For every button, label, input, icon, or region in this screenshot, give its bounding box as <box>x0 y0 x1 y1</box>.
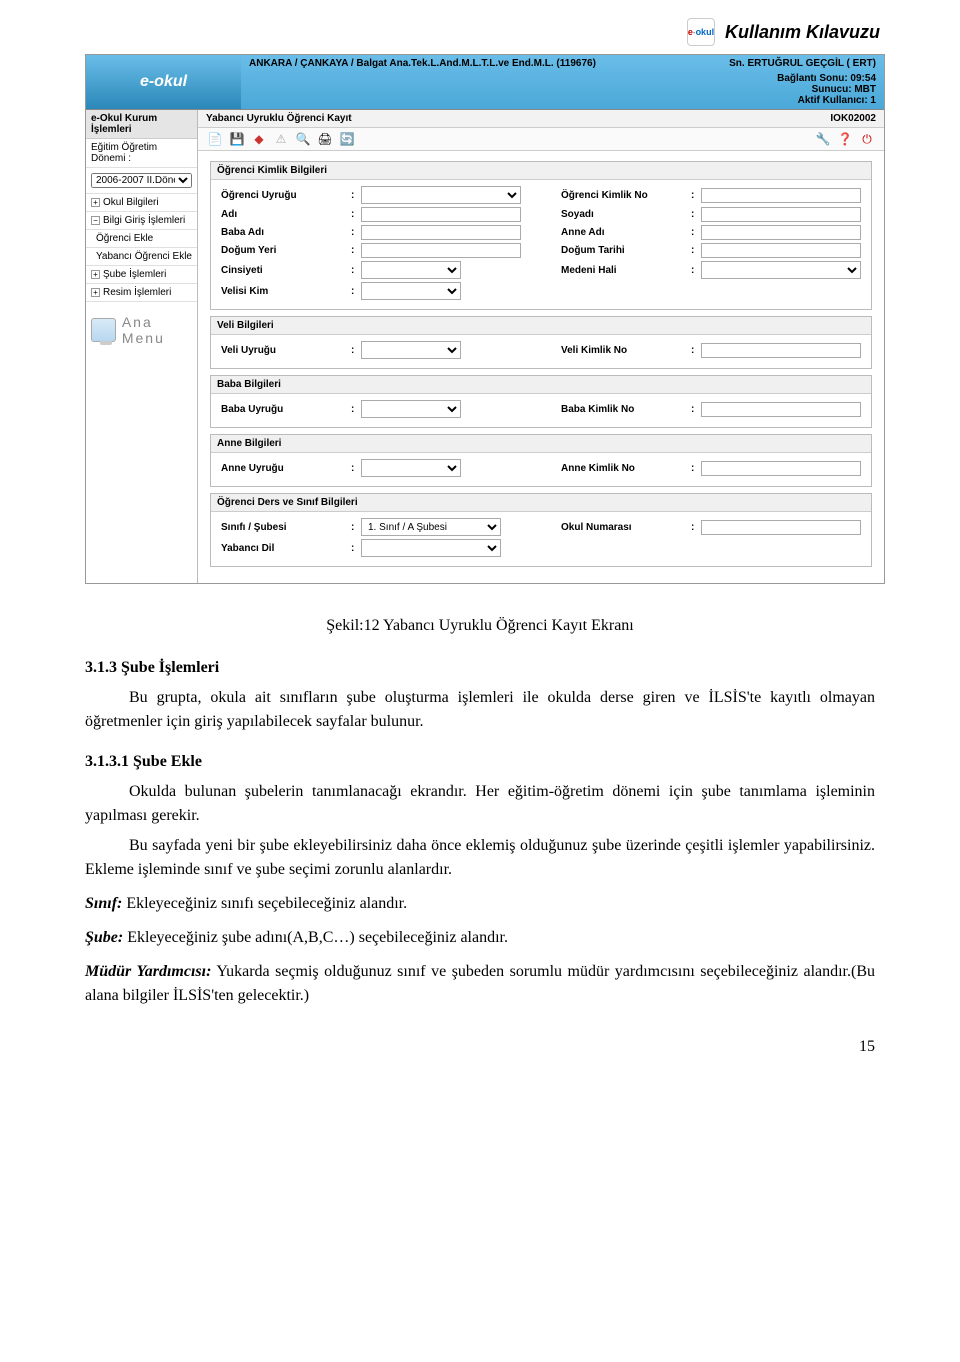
input-soyadi[interactable] <box>701 207 861 222</box>
lbl-velisi-kim: Velisi Kim <box>221 286 351 297</box>
search-icon[interactable]: 🔍 <box>294 130 312 148</box>
document-body: Şekil:12 Yabancı Uyruklu Öğrenci Kayıt E… <box>85 614 875 1008</box>
select-anne-uyruk[interactable] <box>361 459 461 477</box>
lbl-okul-no: Okul Numarası <box>561 522 691 533</box>
content-area: Yabancı Uyruklu Öğrenci Kayıt IOK02002 📄… <box>198 110 884 583</box>
select-sinif-sube[interactable]: 1. Sınıf / A Şubesi <box>361 518 501 536</box>
page-title: Yabancı Uyruklu Öğrenci Kayıt <box>206 113 352 124</box>
document-header: e-okul Kullanım Kılavuzu <box>0 0 960 54</box>
sidebar-title: e-Okul Kurum İşlemleri <box>86 110 197 139</box>
app-window: e-okul ANKARA / ÇANKAYA / Balgat Ana.Tek… <box>85 54 885 584</box>
lbl-dogum-yeri: Doğum Yeri <box>221 245 351 256</box>
lbl-anne-kimlikno: Anne Kimlik No <box>561 463 691 474</box>
select-velisi-kim[interactable] <box>361 282 461 300</box>
select-cinsiyeti[interactable] <box>361 261 461 279</box>
document-title: Kullanım Kılavuzu <box>725 22 880 43</box>
app-banner: e-okul ANKARA / ÇANKAYA / Balgat Ana.Tek… <box>86 55 884 110</box>
def-sinif: Sınıf: Ekleyeceğiniz sınıfı seçebileceği… <box>85 892 875 916</box>
fieldset-ders: Öğrenci Ders ve Sınıf Bilgileri Sınıfı /… <box>210 493 872 567</box>
save-icon[interactable]: 💾 <box>228 130 246 148</box>
lbl-adi: Adı <box>221 209 351 220</box>
lbl-baba-adi: Baba Adı <box>221 227 351 238</box>
lbl-sinif-sube: Sınıfı / Şubesi <box>221 522 351 533</box>
lbl-anne-adi: Anne Adı <box>561 227 691 238</box>
lbl-soyadi: Soyadı <box>561 209 691 220</box>
lbl-anne-uyruk: Anne Uyruğu <box>221 463 351 474</box>
tool-icon[interactable]: 🔧 <box>814 130 832 148</box>
input-anne-kimlikno[interactable] <box>701 461 861 476</box>
lbl-dogum-tarihi: Doğum Tarihi <box>561 245 691 256</box>
sidebar: e-Okul Kurum İşlemleri Eğitim Öğretim Dö… <box>86 110 198 583</box>
lbl-medeni: Medeni Hali <box>561 265 691 276</box>
select-medeni[interactable] <box>701 261 861 279</box>
banner-user: Sn. ERTUĞRUL GEÇGİL ( ERT) <box>729 58 876 69</box>
banner-path: ANKARA / ÇANKAYA / Balgat Ana.Tek.L.And.… <box>241 55 721 109</box>
page-code: IOK02002 <box>830 113 876 124</box>
refresh-icon[interactable]: 🔄 <box>338 130 356 148</box>
app-logo: e-okul <box>86 55 241 109</box>
def-sube: Şube: Ekleyeceğiniz şube adını(A,B,C…) s… <box>85 926 875 950</box>
new-icon[interactable]: 📄 <box>206 130 224 148</box>
para-313: Bu grupta, okula ait sınıfların şube olu… <box>85 686 875 734</box>
para-3131a: Okulda bulunan şubelerin tanımlanacağı e… <box>85 780 875 828</box>
heading-313: 3.1.3 Şube İşlemleri <box>85 656 875 680</box>
lbl-yabanci-dil: Yabancı Dil <box>221 543 351 554</box>
sidebar-item-okul[interactable]: +Okul Bilgileri <box>86 194 197 212</box>
input-adi[interactable] <box>361 207 521 222</box>
lbl-veli-uyruk: Veli Uyruğu <box>221 345 351 356</box>
exit-icon[interactable]: ⏻ <box>858 130 876 148</box>
lbl-ogrenci-uyruk: Öğrenci Uyruğu <box>221 190 351 201</box>
help-icon[interactable]: ❓ <box>836 130 854 148</box>
fieldset-kimlik: Öğrenci Kimlik Bilgileri Öğrenci Uyruğu:… <box>210 161 872 310</box>
sidebar-item-bilgi[interactable]: −Bilgi Giriş İşlemleri <box>86 212 197 230</box>
monitor-icon <box>91 318 116 342</box>
fieldset-anne: Anne Bilgileri Anne Uyruğu: Anne Kimlik … <box>210 434 872 487</box>
sidebar-item-resim[interactable]: +Resim İşlemleri <box>86 284 197 302</box>
lbl-ogrenci-kimlikno: Öğrenci Kimlik No <box>561 190 691 201</box>
banner-active: Aktif Kullanıcı: 1 <box>729 95 876 106</box>
banner-server: Sunucu: MBT <box>729 84 876 95</box>
lbl-cinsiyeti: Cinsiyeti <box>221 265 351 276</box>
heading-3131: 3.1.3.1 Şube Ekle <box>85 750 875 774</box>
input-ogrenci-kimlikno[interactable] <box>701 188 861 203</box>
sidebar-item-sube[interactable]: +Şube İşlemleri <box>86 266 197 284</box>
sidebar-item-yabanci-ekle[interactable]: Yabancı Öğrenci Ekle <box>86 248 197 266</box>
fieldset-baba: Baba Bilgileri Baba Uyruğu: Baba Kimlik … <box>210 375 872 428</box>
lbl-veli-kimlikno: Veli Kimlik No <box>561 345 691 356</box>
banner-session: Bağlantı Sonu: 09:54 <box>729 73 876 84</box>
figure-caption: Şekil:12 Yabancı Uyruklu Öğrenci Kayıt E… <box>85 614 875 638</box>
select-ogrenci-uyruk[interactable] <box>361 186 521 204</box>
toolbar: 📄 💾 ◆ ⚠ 🔍 🖨 🔄 🔧 ❓ ⏻ <box>198 128 884 151</box>
select-baba-uyruk[interactable] <box>361 400 461 418</box>
period-select[interactable]: 2006-2007 II.Dönem <box>91 173 192 188</box>
print-icon[interactable]: 🖨 <box>316 130 334 148</box>
def-mudur: Müdür Yardımcısı: Yukarda seçmiş olduğun… <box>85 960 875 1008</box>
para-3131b: Bu sayfada yeni bir şube ekleyebilirsini… <box>85 834 875 882</box>
input-anne-adi[interactable] <box>701 225 861 240</box>
select-veli-uyruk[interactable] <box>361 341 461 359</box>
input-dogum-tarihi[interactable] <box>701 243 861 258</box>
period-label: Eğitim Öğretim Dönemi : <box>86 139 197 168</box>
select-yabanci-dil[interactable] <box>361 539 501 557</box>
delete-icon[interactable]: ◆ <box>250 130 268 148</box>
logo-icon: e-okul <box>687 18 715 46</box>
input-okul-no[interactable] <box>701 520 861 535</box>
input-dogum-yeri[interactable] <box>361 243 521 258</box>
fieldset-veli: Veli Bilgileri Veli Uyruğu: Veli Kimlik … <box>210 316 872 369</box>
banner-userinfo: Sn. ERTUĞRUL GEÇGİL ( ERT) Bağlantı Sonu… <box>721 55 884 109</box>
page-number: 15 <box>0 1038 875 1056</box>
input-baba-kimlikno[interactable] <box>701 402 861 417</box>
ana-menu-link[interactable]: Ana Menu <box>86 302 197 358</box>
warn-icon[interactable]: ⚠ <box>272 130 290 148</box>
input-veli-kimlikno[interactable] <box>701 343 861 358</box>
lbl-baba-kimlikno: Baba Kimlik No <box>561 404 691 415</box>
sidebar-item-ogrenci-ekle[interactable]: Öğrenci Ekle <box>86 230 197 248</box>
lbl-baba-uyruk: Baba Uyruğu <box>221 404 351 415</box>
input-baba-adi[interactable] <box>361 225 521 240</box>
